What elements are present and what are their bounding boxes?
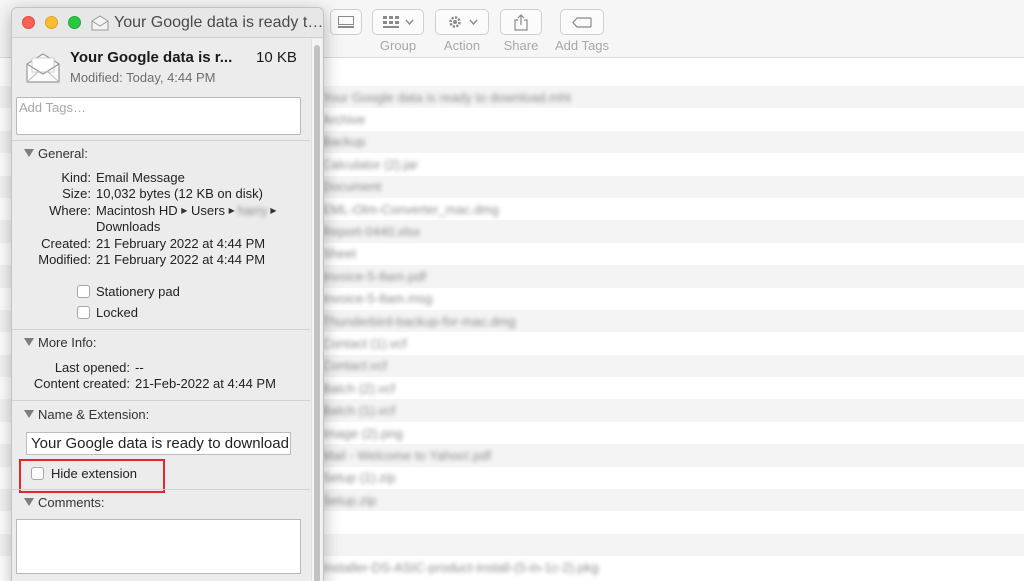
group-icon <box>382 16 399 28</box>
where-username: harry <box>237 203 268 218</box>
share-icon <box>514 13 528 31</box>
view-options-button[interactable] <box>330 9 362 35</box>
name-extension-section-toggle[interactable]: Name & Extension: <box>24 407 149 422</box>
content-created-value: 21-Feb-2022 at 4:44 PM <box>135 376 276 391</box>
title-bar[interactable]: Your Google data is ready t… <box>12 8 323 38</box>
zoom-button[interactable] <box>68 16 81 29</box>
add-tags-label: Add Tags <box>555 38 609 53</box>
envelope-icon <box>91 15 109 31</box>
gear-icon <box>448 16 461 28</box>
tags-placeholder: Add Tags… <box>19 100 86 115</box>
email-document-icon <box>26 53 60 83</box>
content-created-label: Content created: <box>33 376 130 391</box>
last-opened-label: Last opened: <box>54 360 130 375</box>
hide-extension-highlight <box>19 459 165 493</box>
last-opened-value: -- <box>135 360 144 375</box>
scrollbar-thumb[interactable] <box>314 45 320 581</box>
path-arrow-icon: ▶ <box>228 206 235 215</box>
modified-label: Modified: <box>38 252 91 267</box>
where-users: Users <box>191 203 225 218</box>
divider <box>12 140 310 141</box>
group-label: Group <box>379 38 417 53</box>
disclosure-triangle-icon <box>24 498 34 506</box>
divider <box>12 400 310 401</box>
general-heading: General: <box>38 146 88 161</box>
disclosure-triangle-icon <box>24 410 34 418</box>
kind-value: Email Message <box>96 170 185 185</box>
get-info-window: Your Google data is ready t… Your Google… <box>11 7 324 581</box>
chevron-down-icon <box>468 19 478 25</box>
stationery-pad-checkbox[interactable] <box>77 285 90 298</box>
share-button[interactable] <box>500 9 542 35</box>
comments-section-toggle[interactable]: Comments: <box>24 495 104 510</box>
chevron-down-icon <box>404 19 414 25</box>
modified-value: 21 February 2022 at 4:44 PM <box>96 252 266 267</box>
comments-heading: Comments: <box>38 495 105 510</box>
disclosure-triangle-icon <box>24 149 34 157</box>
disclosure-triangle-icon <box>24 338 34 346</box>
tags-field[interactable]: Add Tags… <box>16 97 301 135</box>
tag-icon <box>572 16 592 28</box>
file-name-header: Your Google data is r... <box>70 49 233 66</box>
scrollbar[interactable] <box>311 39 322 581</box>
general-section-toggle[interactable]: General: <box>24 146 88 161</box>
created-label: Created: <box>41 236 91 251</box>
comments-field[interactable] <box>16 519 301 574</box>
size-label: Size: <box>62 186 91 201</box>
share-label: Share <box>503 38 539 53</box>
file-name-input[interactable]: Your Google data is ready to download.mh… <box>26 432 291 455</box>
add-tags-button[interactable] <box>560 9 604 35</box>
created-value: 21 February 2022 at 4:44 PM <box>96 236 266 251</box>
group-button[interactable] <box>372 9 424 35</box>
size-value: 10,032 bytes (12 KB on disk) <box>96 186 263 201</box>
file-size-header: 10 KB <box>256 49 297 66</box>
divider <box>12 489 310 490</box>
action-label: Action <box>443 38 481 53</box>
close-button[interactable] <box>22 16 35 29</box>
where-folder: Downloads <box>96 219 161 234</box>
window-title: Your Google data is ready t… <box>114 14 324 31</box>
locked-label: Locked <box>96 305 138 320</box>
minimize-button[interactable] <box>45 16 58 29</box>
kind-label: Kind: <box>61 170 91 185</box>
more-info-section-toggle[interactable]: More Info: <box>24 335 97 350</box>
stationery-pad-label: Stationery pad <box>96 284 180 299</box>
name-extension-heading: Name & Extension: <box>38 407 150 422</box>
gallery-view-icon <box>338 16 354 28</box>
locked-checkbox[interactable] <box>77 306 90 319</box>
divider <box>12 329 310 330</box>
where-value: Macintosh HD ▶ Users ▶ harry ▶ <box>96 203 277 218</box>
path-arrow-icon: ▶ <box>270 206 277 215</box>
action-button[interactable] <box>435 9 489 35</box>
where-volume: Macintosh HD <box>96 203 178 218</box>
path-arrow-icon: ▶ <box>181 206 188 215</box>
modified-summary: Modified: Today, 4:44 PM <box>70 70 216 85</box>
more-info-heading: More Info: <box>38 335 97 350</box>
where-label: Where: <box>49 203 91 218</box>
